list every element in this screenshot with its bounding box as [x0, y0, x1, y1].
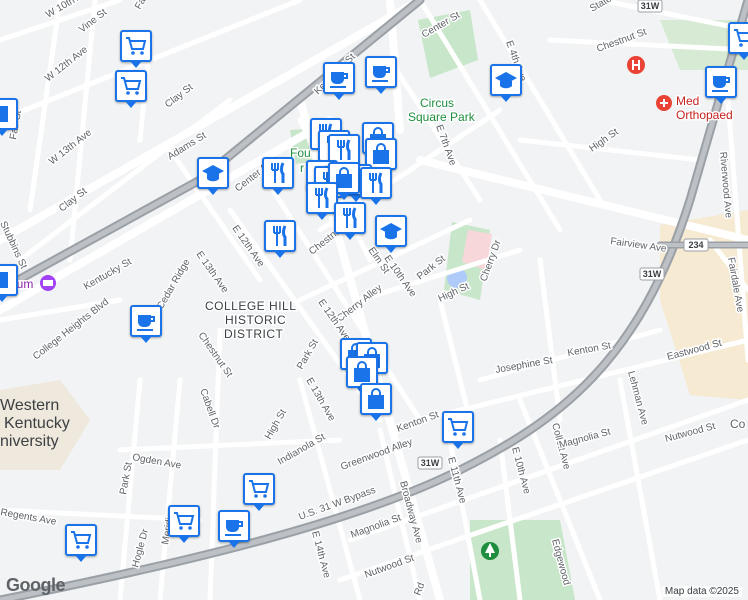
fork-knife-icon — [369, 172, 383, 193]
svg-text:31W: 31W — [643, 269, 662, 279]
map-attribution[interactable]: Map data ©2025 — [661, 586, 742, 597]
google-logo: Google — [6, 575, 66, 595]
marker-restaurant[interactable] — [334, 202, 366, 234]
partial-right-label: Co — [730, 417, 746, 431]
route-shield-31w-mid: 31W — [639, 267, 665, 281]
graduation-cap-icon — [380, 223, 402, 240]
fork-knife-icon — [315, 187, 329, 208]
marker-cafe[interactable] — [705, 66, 737, 98]
shopping-bag-icon — [368, 388, 384, 409]
marker-cafe[interactable] — [130, 305, 162, 337]
graduation-cap-icon — [495, 72, 517, 89]
marker-grocery[interactable] — [65, 524, 97, 556]
marker-cafe[interactable] — [323, 62, 355, 94]
graduation-cap-icon — [202, 165, 224, 182]
marker-school[interactable] — [375, 215, 407, 247]
marker-grocery[interactable] — [120, 30, 152, 62]
shopping-cart-icon — [174, 512, 195, 530]
hospital-icon[interactable] — [627, 56, 645, 74]
fountain-park-label-line2[interactable]: r — [299, 160, 306, 177]
fork-knife-icon — [273, 225, 287, 246]
marker-cafe[interactable] — [365, 56, 397, 88]
fork-knife-icon — [337, 139, 351, 160]
coffee-cup-icon — [225, 520, 243, 536]
route-shield-234: 234 — [683, 238, 709, 252]
shopping-bag-icon — [354, 361, 370, 382]
shopping-cart-icon — [734, 29, 748, 47]
shopping-cart-icon — [71, 531, 92, 549]
shopping-cart-icon — [249, 480, 270, 498]
hospital-label-line1[interactable]: Med — [675, 93, 701, 110]
shopping-cart-icon — [121, 77, 142, 95]
marker-partial-left[interactable] — [0, 98, 18, 130]
map-marker-icon — [0, 272, 8, 288]
map-marker-icon — [0, 106, 8, 122]
marker-grocery[interactable] — [728, 22, 748, 54]
marker-grocery[interactable] — [168, 505, 200, 537]
marker-cafe[interactable] — [218, 510, 250, 542]
circus-square-park-label-line1[interactable]: Circus — [419, 95, 456, 112]
district-label-line3: DISTRICT — [224, 327, 284, 341]
district-label-line2: HISTORIC — [225, 313, 286, 327]
tree-icon[interactable] — [481, 542, 499, 560]
svg-text:234: 234 — [688, 240, 703, 250]
marker-grocery[interactable] — [243, 473, 275, 505]
route-shield-31w-top: 31W — [637, 0, 663, 13]
campus-label-line1[interactable]: Western — [0, 397, 59, 414]
shopping-bag-icon — [373, 143, 389, 164]
museum-icon[interactable] — [40, 275, 56, 291]
marker-restaurant[interactable] — [264, 220, 296, 252]
coffee-cup-icon — [712, 76, 730, 92]
fork-knife-icon — [271, 162, 285, 183]
marker-school[interactable] — [490, 64, 522, 96]
hospital-label-line2[interactable]: Orthopaed — [675, 107, 735, 124]
district-label-line1: COLLEGE HILL — [205, 299, 296, 313]
marker-grocery[interactable] — [115, 70, 147, 102]
campus-label-line3[interactable]: niversity — [0, 433, 59, 450]
svg-text:31W: 31W — [421, 458, 440, 468]
hospital-icon-secondary[interactable] — [656, 95, 672, 111]
marker-restaurant[interactable] — [360, 167, 392, 199]
shopping-cart-icon — [126, 37, 147, 55]
campus-label-line2[interactable]: Kentucky — [4, 415, 70, 432]
fork-knife-icon — [343, 207, 357, 228]
route-shield-31w-bottom: 31W — [417, 456, 443, 470]
coffee-cup-icon — [372, 66, 390, 82]
coffee-cup-icon — [330, 72, 348, 88]
map-canvas[interactable]: 31W 31W 234 31W W 10th Ave Vine St W 12t… — [0, 0, 748, 600]
marker-shop[interactable] — [360, 383, 392, 415]
marker-partial-left-lower[interactable] — [0, 264, 18, 296]
circus-square-park-label-line2[interactable]: Square Park — [407, 109, 478, 126]
marker-grocery[interactable] — [442, 411, 474, 443]
marker-restaurant[interactable] — [262, 157, 294, 189]
svg-text:31W: 31W — [641, 1, 660, 11]
marker-school[interactable] — [197, 157, 229, 189]
coffee-cup-icon — [137, 315, 155, 331]
shopping-cart-icon — [448, 418, 469, 436]
